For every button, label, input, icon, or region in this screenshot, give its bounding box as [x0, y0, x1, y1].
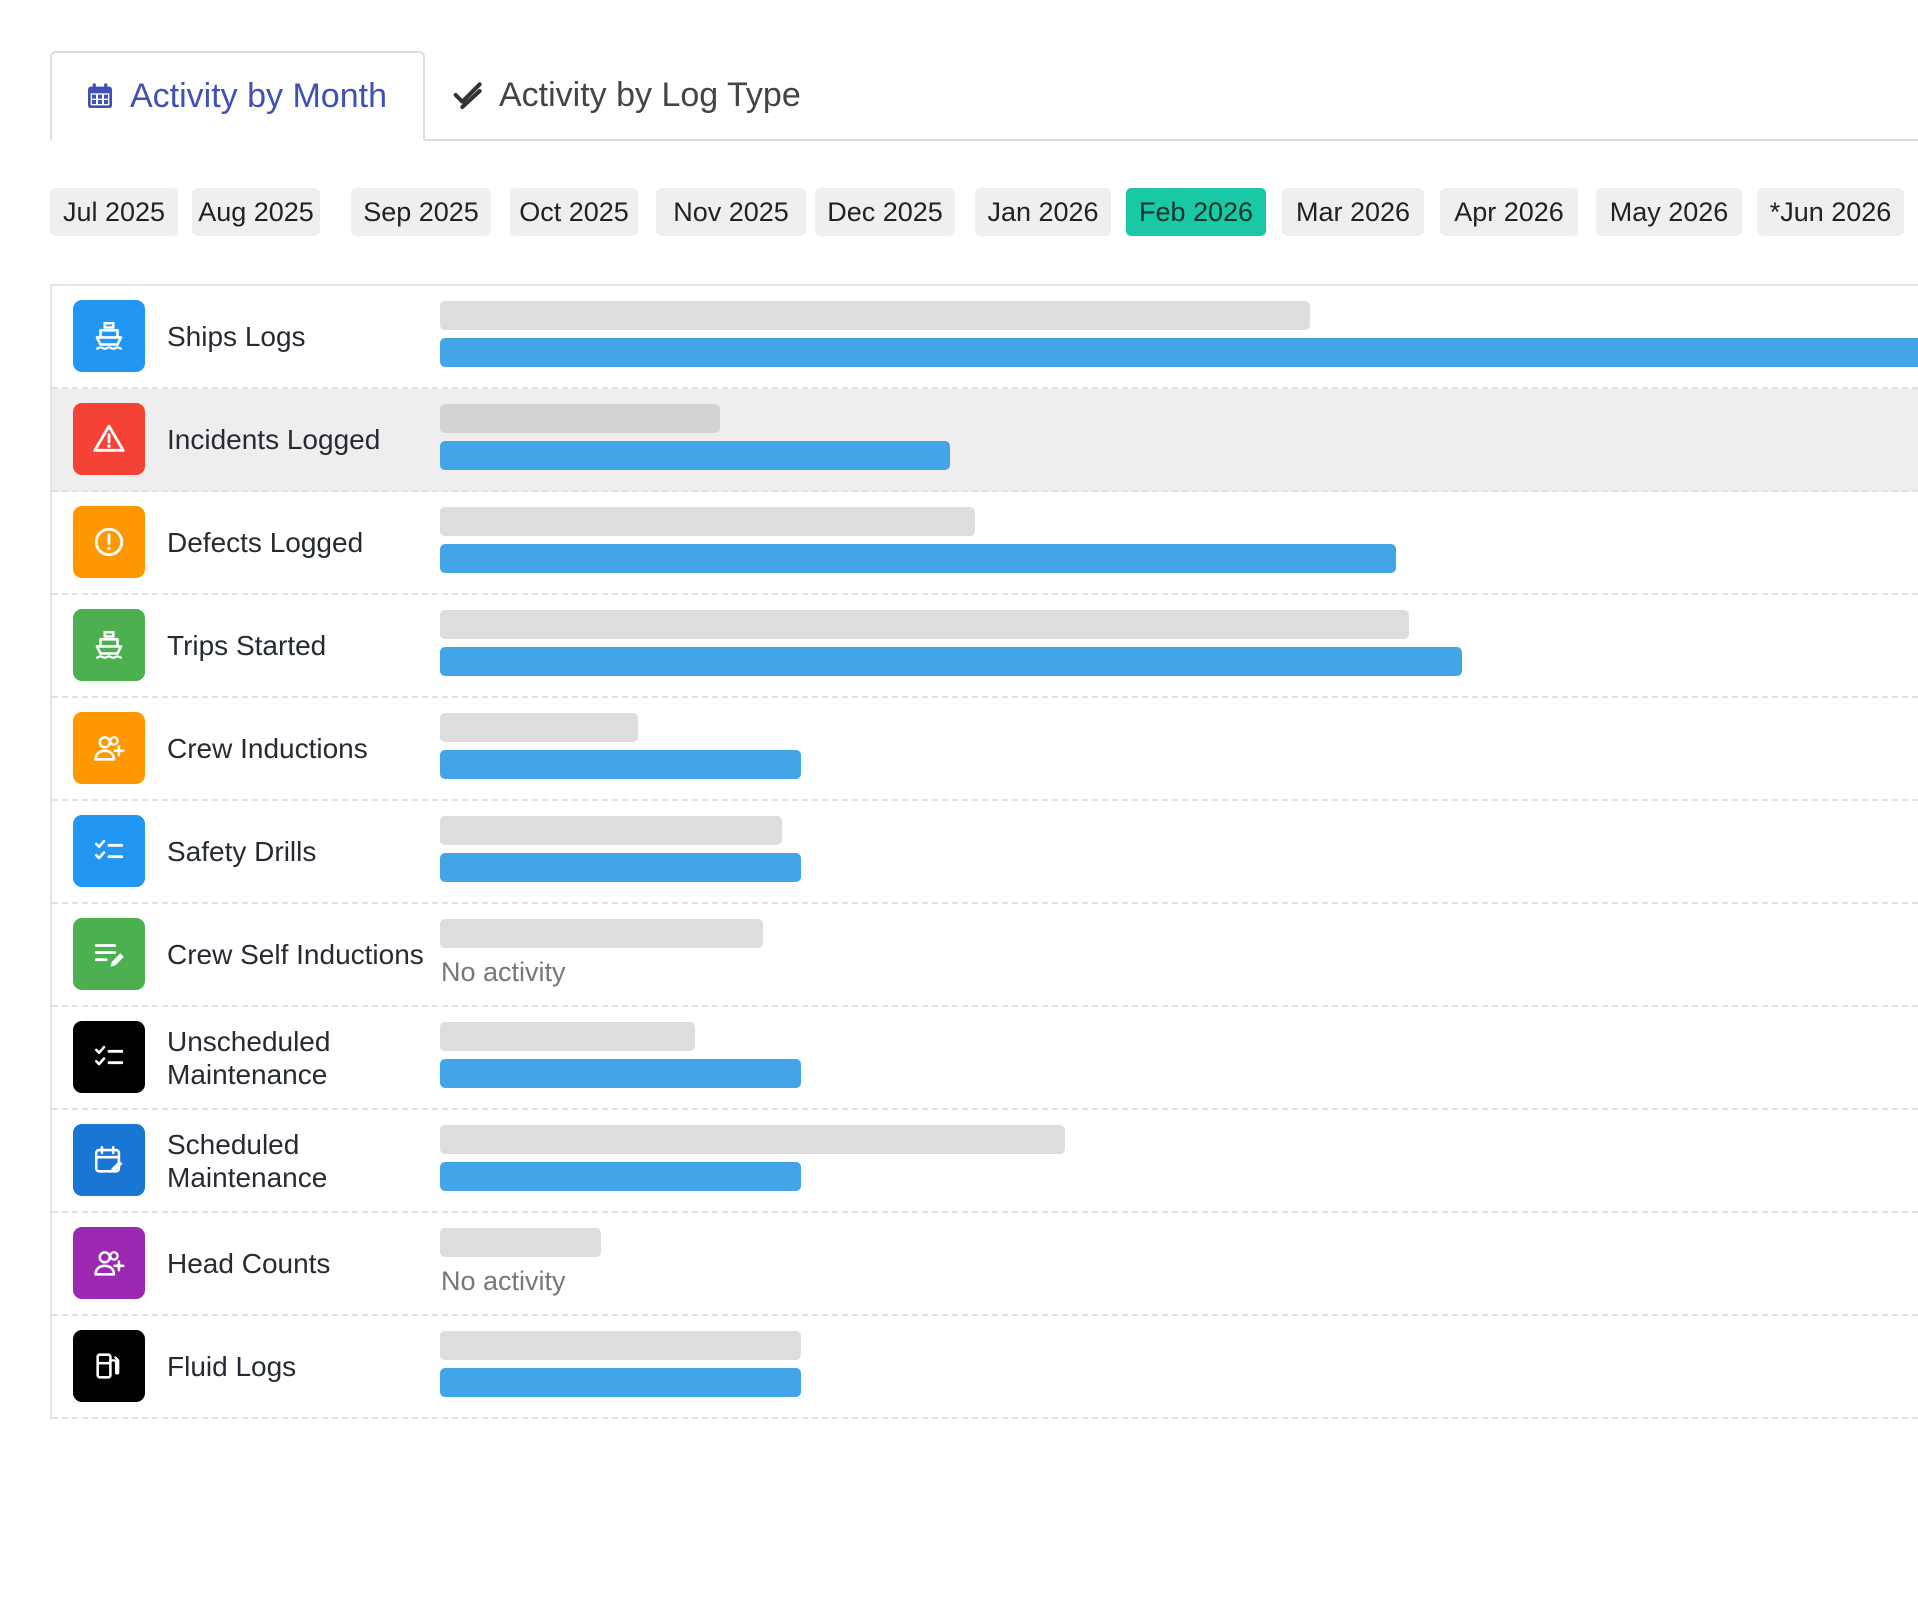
- previous-period-bar: [440, 1228, 601, 1257]
- row-label: Crew Self Inductions: [167, 939, 424, 970]
- fuel-pump-icon: [73, 1330, 145, 1402]
- month-pill[interactable]: Sep 2025: [351, 188, 491, 236]
- activity-row[interactable]: Crew Inductions: [52, 698, 1918, 801]
- previous-period-bar: [440, 1022, 695, 1051]
- month-pill[interactable]: Nov 2025: [656, 188, 806, 236]
- row-label: Unscheduled Maintenance: [167, 1025, 331, 1090]
- warning-triangle-icon: [73, 403, 145, 475]
- previous-period-bar: [440, 1125, 1065, 1154]
- row-label: Defects Logged: [167, 527, 364, 558]
- activity-row[interactable]: Incidents Logged: [52, 389, 1918, 492]
- month-pill[interactable]: Mar 2026: [1282, 188, 1424, 236]
- activity-row[interactable]: Defects Logged: [52, 492, 1918, 595]
- current-period-bar: [440, 544, 1396, 573]
- previous-period-bar: [440, 919, 763, 948]
- row-label: Ships Logs: [167, 321, 306, 352]
- previous-period-bar: [440, 816, 782, 845]
- double-check-icon: [453, 79, 485, 111]
- no-activity-text: No activity: [441, 1266, 566, 1296]
- activity-row[interactable]: Ships Logs: [52, 286, 1918, 389]
- row-label: Incidents Logged: [167, 424, 381, 455]
- current-period-bar: [440, 1368, 801, 1397]
- current-period-bar: [440, 441, 950, 470]
- calendar-icon: [84, 80, 116, 112]
- activity-row[interactable]: Fluid Logs: [52, 1316, 1918, 1419]
- month-pill[interactable]: Jan 2026: [975, 188, 1111, 236]
- current-period-bar: [440, 647, 1462, 676]
- activity-row[interactable]: Safety Drills: [52, 801, 1918, 904]
- previous-period-bar: [440, 404, 720, 433]
- previous-period-bar: [440, 507, 975, 536]
- row-label: Trips Started: [167, 630, 327, 661]
- row-label: Scheduled Maintenance: [167, 1128, 328, 1193]
- current-period-bar: [440, 338, 1918, 367]
- month-pill[interactable]: *Jun 2026: [1757, 188, 1904, 236]
- current-period-bar: [440, 1162, 801, 1191]
- activity-list: Ships Logs Incidents Logged Defects Logged…: [50, 284, 1918, 1419]
- tab-bar: Activity by Month Activity by Log Type: [50, 51, 1918, 141]
- month-pill[interactable]: Dec 2025: [815, 188, 955, 236]
- calendar-edit-icon: [73, 1124, 145, 1196]
- add-user-icon: [73, 1227, 145, 1299]
- month-pill[interactable]: May 2026: [1596, 188, 1742, 236]
- row-label: Head Counts: [167, 1248, 331, 1279]
- current-period-bar: [440, 750, 801, 779]
- month-pill[interactable]: Jul 2025: [50, 188, 178, 236]
- activity-row[interactable]: Scheduled Maintenance: [52, 1110, 1918, 1213]
- activity-row[interactable]: Crew Self Inductions No activity: [52, 904, 1918, 1007]
- row-label: Safety Drills: [167, 836, 317, 867]
- activity-dashboard: Activity by Month Activity by Log Type J…: [0, 0, 1918, 1598]
- activity-row[interactable]: Trips Started: [52, 595, 1918, 698]
- month-pill[interactable]: Aug 2025: [192, 188, 320, 236]
- checklist-icon: [73, 1021, 145, 1093]
- alert-circle-icon: [73, 506, 145, 578]
- month-pill[interactable]: Feb 2026: [1126, 188, 1266, 236]
- row-label: Fluid Logs: [167, 1351, 297, 1382]
- add-user-icon: [73, 712, 145, 784]
- row-label: Crew Inductions: [167, 733, 368, 764]
- ship-icon: [73, 609, 145, 681]
- edit-list-icon: [73, 918, 145, 990]
- tab-activity-by-month[interactable]: Activity by Month: [50, 51, 425, 141]
- ship-icon: [73, 300, 145, 372]
- previous-period-bar: [440, 713, 638, 742]
- tab-label: Activity by Log Type: [499, 75, 801, 114]
- tab-activity-by-log-type[interactable]: Activity by Log Type: [453, 51, 801, 139]
- tab-label: Activity by Month: [130, 76, 387, 115]
- current-period-bar: [440, 853, 801, 882]
- previous-period-bar: [440, 610, 1409, 639]
- month-pill[interactable]: Oct 2025: [510, 188, 638, 236]
- previous-period-bar: [440, 301, 1310, 330]
- activity-row[interactable]: Unscheduled Maintenance: [52, 1007, 1918, 1110]
- activity-row[interactable]: Head Counts No activity: [52, 1213, 1918, 1316]
- checklist-icon: [73, 815, 145, 887]
- no-activity-text: No activity: [441, 957, 566, 987]
- previous-period-bar: [440, 1331, 801, 1360]
- month-pill[interactable]: Apr 2026: [1440, 188, 1578, 236]
- current-period-bar: [440, 1059, 801, 1088]
